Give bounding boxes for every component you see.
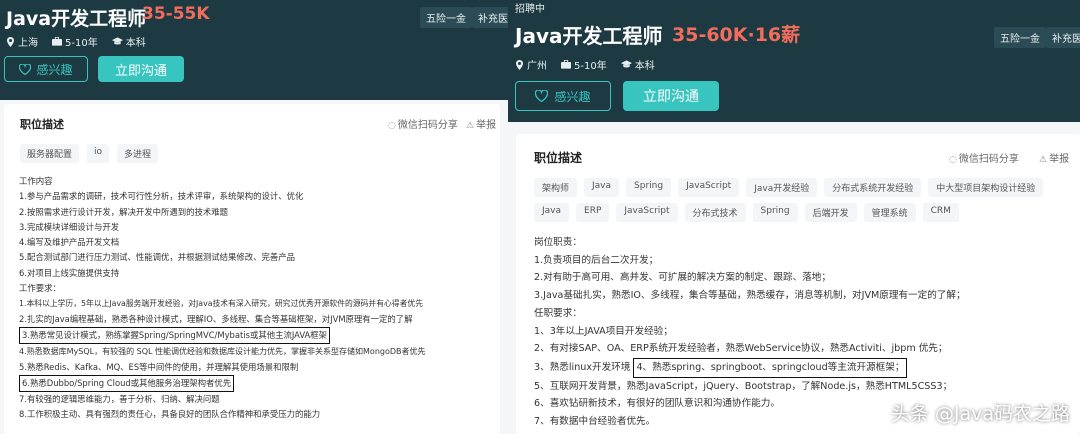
interest-button[interactable]: 感兴趣: [515, 81, 611, 111]
skill-tag: 架构师: [534, 178, 578, 197]
description-line: 1.参与产品需求的调研，技术可行性分析，技术评审，系统架构的设计、优化: [19, 191, 304, 202]
chat-now-button[interactable]: 立即沟通: [623, 81, 719, 111]
benefit-tag: 五险一金: [994, 27, 1046, 48]
wechat-share-link[interactable]: ◌ 微信扫码分享: [949, 150, 1019, 165]
skill-tag: 分布式技术: [684, 203, 746, 222]
salary: 35-60K·16薪: [672, 24, 801, 46]
benefit-tag: 五险一金: [420, 7, 472, 28]
skill-tag: Spring: [752, 203, 798, 222]
skill-tag: ERP: [576, 203, 610, 222]
highlighted-line: 4、熟悉spring、springboot、springcloud等主流开源框架…: [633, 357, 908, 378]
skill-tag: io: [87, 144, 110, 163]
description-line: 1.本科以上学历，5年以上Java服务端开发经验，对Java技术有深入研究，研究…: [19, 299, 423, 309]
description-line: 1.负责项目的后台二次开发；: [534, 254, 659, 266]
section-title: 职位描述: [534, 151, 583, 165]
description-line: 2、有对接SAP、OA、ERP系统开发经验者，熟悉WebService协议，熟悉…: [534, 343, 948, 355]
job-meta: 广州 5-10年 本科: [515, 57, 659, 72]
skill-tag: 管理系统: [863, 203, 916, 222]
chat-now-button[interactable]: 立即沟通: [98, 56, 184, 82]
description-line: 5.配合测试部门进行压力测试、性能调优，并根据测试结果修改、完善产品: [19, 252, 295, 263]
job-description-card: 职位描述 ◌ 微信扫码分享 ⚠ 举报 架构师 Java Spring JavaScr…: [516, 134, 1080, 434]
experience: 5-10年: [65, 38, 98, 49]
description-line: 2.对有助于高可用、高并发、可扩展的解决方案的制定、跟踪、落地；: [534, 272, 831, 284]
qr-share-icon: ◌: [388, 121, 396, 131]
left-job-header: Java开发工程师 35-55K 五险一金 补充医疗保 上海 5-10年 本科 …: [0, 0, 508, 100]
description-line: 1、3年以上JAVA项目开发经验；: [534, 325, 673, 337]
hiring-status: 招聘中: [515, 4, 545, 15]
skill-tag: 分布式系统开发经验: [824, 178, 922, 197]
warning-icon: ⚠: [1039, 155, 1048, 165]
city: 广州: [527, 61, 547, 72]
description-line: 工作要求：: [19, 283, 61, 294]
qr-share-icon: ◌: [949, 155, 957, 165]
interest-button[interactable]: 感兴趣: [4, 56, 88, 82]
benefit-tag: 补充医疗: [1046, 27, 1080, 48]
description-line: 5、互联网开发背景，熟悉JavaScript，jQuery、Bootstrap，…: [534, 380, 953, 392]
watermark: 头条 @Java码农之路: [890, 403, 1070, 425]
skill-tag: JavaScript: [616, 203, 678, 222]
skill-tag: CRM: [922, 203, 959, 222]
briefcase-icon: [52, 37, 62, 46]
salary: 35-55K: [142, 4, 210, 24]
description-line: 8.工作积极主动、具有强烈的责任心，具备良好的团队合作精神和承受压力的能力: [19, 409, 321, 420]
right-job-panel: 招聘中 Java开发工程师 35-60K·16薪 五险一金 补充医疗 广州 5-…: [508, 0, 1080, 434]
description-line: 任职要求：: [534, 307, 582, 319]
location-pin-icon: [7, 36, 14, 47]
warning-icon: ⚠: [466, 121, 475, 131]
description-line: 岗位职责：: [534, 237, 582, 248]
degree: 本科: [634, 61, 655, 72]
wechat-share-link[interactable]: ◌ 微信扫码分享: [388, 116, 458, 131]
degree: 本科: [125, 38, 146, 49]
graduation-cap-icon: [111, 37, 123, 45]
skill-tag: Java: [584, 178, 620, 197]
skill-tag: Java: [534, 203, 570, 222]
report-link[interactable]: ⚠ 举报: [1039, 150, 1069, 165]
description-line: 5.熟悉Redis、Kafka、MQ、ES等中间件的使用，并理解其使用场景和限制: [19, 361, 299, 372]
description-line: 2.扎实的Java编程基础，熟悉各种设计模式，理解IO、多线程、集合等基础框架，…: [19, 313, 413, 324]
heart-icon: [535, 90, 549, 102]
skill-tags: 服务器配置 io 多进程: [20, 144, 166, 163]
description-line: 4.熟悉数据库MySQL，有较强的 SQL 性能调优经验和数据库设计能力优先，掌…: [19, 347, 426, 357]
left-job-panel: Java开发工程师 35-55K 五险一金 补充医疗保 上海 5-10年 本科 …: [0, 0, 508, 434]
highlighted-line: 3.熟悉常见设计模式，熟练掌握Spring/SpringMVC/Mybatis或…: [19, 326, 331, 345]
interest-label: 感兴趣: [36, 62, 73, 77]
report-link[interactable]: ⚠ 举报: [466, 116, 496, 131]
section-title: 职位描述: [20, 118, 64, 131]
skill-tags-row-2: Java ERP JavaScript 分布式技术 Spring 后端开发 管理…: [534, 203, 966, 222]
experience: 5-10年: [574, 61, 607, 72]
description-line: 6.对项目上线实施提供支持: [19, 267, 120, 278]
skill-tag: 多进程: [117, 144, 159, 163]
city: 上海: [18, 38, 38, 49]
skill-tag: Java开发经验: [746, 178, 818, 197]
skill-tag: Spring: [626, 178, 672, 197]
job-title: Java开发工程师: [515, 24, 663, 48]
graduation-cap-icon: [620, 60, 632, 68]
skill-tag: 后端开发: [804, 203, 857, 222]
description-line: 2.按照需求进行设计开发，解决开发中所遇到的技术难题: [19, 206, 228, 217]
job-description-text: 工作内容 1.参与产品需求的调研，技术可行性分析，技术评审，系统架构的设计、优化…: [19, 174, 426, 423]
job-meta: 上海 5-10年 本科: [6, 34, 150, 49]
highlighted-line: 6.熟悉Dubbo/Spring Cloud或其他服务治理架构者优先: [19, 374, 235, 393]
skill-tag: JavaScript: [678, 178, 740, 197]
description-line: 工作内容: [19, 176, 53, 186]
description-line: 4.编写及维护产品开发文档: [19, 237, 120, 248]
description-line: 3.完成模块详细设计与开发: [19, 221, 120, 232]
right-job-header: 招聘中 Java开发工程师 35-60K·16薪 五险一金 补充医疗 广州 5-…: [508, 0, 1080, 122]
skill-tag: 中大型项目架构设计经验: [928, 178, 1044, 197]
benefit-tag: 补充医疗保: [472, 7, 508, 28]
skill-tag: 服务器配置: [20, 144, 80, 163]
description-line: 3.Java基础扎实，熟悉IO、多线程，集合等基础，熟悉缓存，消息等机制，对JV…: [534, 290, 966, 302]
location-pin-icon: [516, 59, 523, 70]
briefcase-icon: [561, 60, 571, 69]
interest-label: 感兴趣: [554, 89, 591, 104]
job-description-card: 职位描述 ◌ 微信扫码分享 ⚠ 举报 服务器配置 io 多进程 工作内容 1.参与产…: [4, 104, 500, 434]
skill-tags-row-1: 架构师 Java Spring JavaScript Java开发经验 分布式系…: [534, 178, 1050, 197]
description-line: 3、熟悉linux开发环境: [534, 361, 631, 373]
description-line: 7.有较强的逻辑思维能力，善于分析、归纳、解决问题: [19, 394, 220, 405]
job-title: Java开发工程师: [6, 8, 147, 30]
heart-icon: [19, 63, 32, 75]
